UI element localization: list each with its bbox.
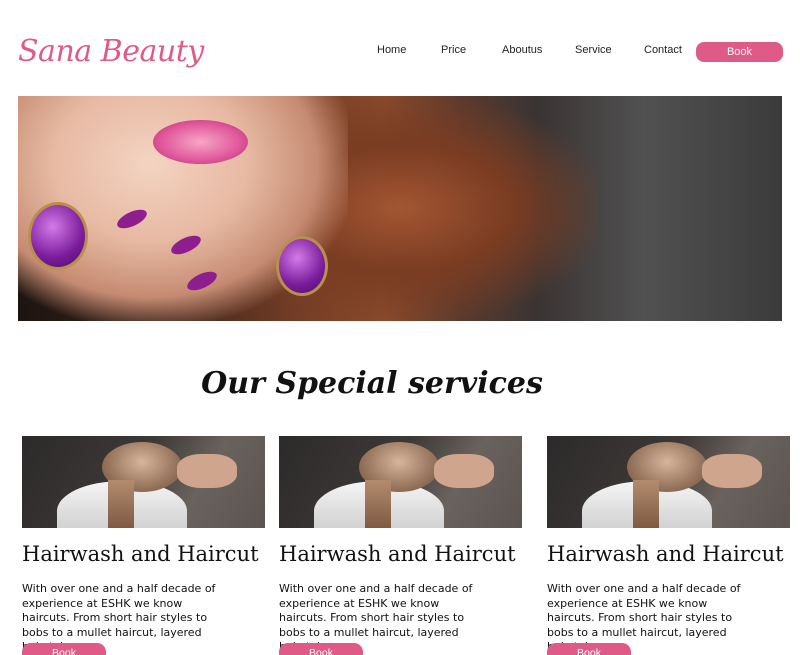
nav-price-link[interactable]: Price <box>441 44 466 56</box>
stylist-hand <box>702 454 762 488</box>
client-hair <box>108 480 134 528</box>
stylist-hand <box>434 454 494 488</box>
service-card-image <box>279 436 522 528</box>
nav-aboutus-link[interactable]: Aboutus <box>502 44 542 56</box>
service-card-title: Hairwash and Haircut <box>22 542 259 566</box>
hero-lips <box>153 120 248 164</box>
book-appointment-button[interactable]: Book appointment <box>22 643 106 655</box>
service-card: Hairwash and Haircut With over one and a… <box>547 436 790 655</box>
book-appointment-button[interactable]: Book appointment <box>279 643 363 655</box>
service-card-title: Hairwash and Haircut <box>279 542 516 566</box>
hero-banner-image <box>18 96 782 321</box>
services-section-title: Our Special services <box>201 366 543 401</box>
book-appointment-button[interactable]: Book Appointment <box>696 42 783 78</box>
service-card-title: Hairwash and Haircut <box>547 542 784 566</box>
service-card: Hairwash and Haircut With over one and a… <box>22 436 265 655</box>
hero-earring-left <box>28 202 88 270</box>
stylist-hand <box>177 454 237 488</box>
book-appointment-button[interactable]: Book appointment <box>547 643 631 655</box>
service-card-image <box>22 436 265 528</box>
nav-service-link[interactable]: Service <box>575 44 612 56</box>
brand-logo[interactable]: Sana Beauty <box>18 34 204 69</box>
client-hair <box>633 480 659 528</box>
nav-contact-link[interactable]: Contact <box>644 44 682 56</box>
service-card: Hairwash and Haircut With over one and a… <box>279 436 522 655</box>
service-card-image <box>547 436 790 528</box>
nav-home-link[interactable]: Home <box>377 44 406 56</box>
client-hair <box>365 480 391 528</box>
hero-earring-right <box>276 236 328 296</box>
